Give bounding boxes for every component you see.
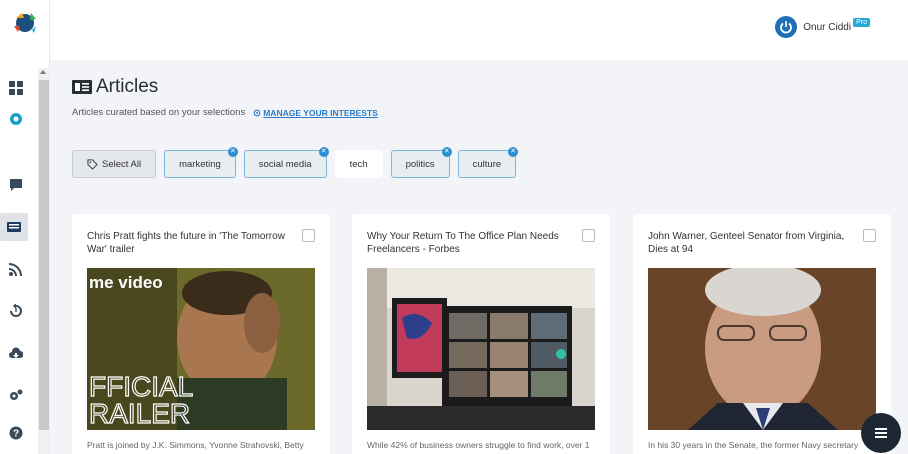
article-checkbox[interactable] — [582, 229, 595, 242]
page-subtitle: Articles curated based on your selection… — [72, 107, 246, 118]
remove-tag-icon[interactable]: ✕ — [508, 147, 519, 157]
scroll-up-arrow-icon[interactable] — [40, 70, 46, 74]
select-all-label: Select All — [102, 158, 142, 170]
history-icon[interactable] — [4, 299, 28, 323]
settings-icon[interactable] — [4, 383, 28, 407]
tag-label: politics — [405, 158, 435, 170]
remove-tag-icon[interactable]: ✕ — [441, 147, 452, 157]
help-icon[interactable]: ? — [4, 421, 28, 445]
tag-label: social media — [258, 158, 312, 170]
articles-icon[interactable] — [0, 213, 28, 241]
article-title[interactable]: Chris Pratt fights the future in 'The To… — [87, 230, 287, 256]
hamburger-icon — [875, 426, 887, 440]
image-caption-line: me video — [89, 273, 163, 292]
interest-tags: Select All marketing ✕ social media ✕ te… — [72, 147, 519, 178]
article-description: While 42% of business owners struggle to… — [367, 440, 590, 450]
select-all-button[interactable]: Select All — [72, 150, 157, 178]
power-icon[interactable] — [775, 16, 798, 38]
gear-badge-icon[interactable] — [4, 107, 28, 131]
sidebar-scrollbar[interactable] — [38, 68, 50, 454]
manage-interests-link[interactable]: MANAGE YOUR INTERESTS — [253, 108, 378, 118]
menu-fab-button[interactable] — [861, 413, 901, 453]
app-logo[interactable] — [12, 10, 38, 36]
tag-label: tech — [349, 158, 368, 170]
top-bar: Onur Ciddi Pro — [50, 0, 908, 60]
rss-icon[interactable] — [4, 257, 28, 281]
article-card[interactable]: Chris Pratt fights the future in 'The To… — [72, 214, 330, 454]
tag-label: marketing — [179, 158, 221, 170]
scrollbar-thumb[interactable] — [39, 80, 49, 430]
cloud-download-icon[interactable] — [4, 341, 28, 365]
chat-icon[interactable] — [4, 173, 28, 197]
articles-title-icon — [72, 80, 92, 94]
tag-icon — [87, 158, 98, 170]
tag-tech[interactable]: tech — [334, 150, 383, 178]
sidebar: ? — [0, 0, 50, 454]
remove-tag-icon[interactable]: ✕ — [318, 147, 329, 157]
article-card[interactable]: John Warner, Genteel Senator from Virgin… — [633, 214, 891, 454]
image-caption-line: RAILER — [89, 398, 190, 429]
page-header: Articles — [72, 76, 158, 98]
page-title: Articles — [96, 76, 159, 97]
article-checkbox[interactable] — [302, 229, 315, 242]
pro-badge: Pro — [853, 17, 870, 27]
tag-marketing[interactable]: marketing ✕ — [164, 147, 238, 178]
article-title[interactable]: John Warner, Genteel Senator from Virgin… — [648, 230, 848, 256]
article-description: In his 30 years in the Senate, the forme… — [648, 440, 859, 450]
svg-text:?: ? — [13, 429, 19, 440]
article-image[interactable] — [648, 268, 876, 430]
tag-culture[interactable]: culture ✕ — [457, 147, 519, 178]
tag-politics[interactable]: politics ✕ — [390, 147, 452, 178]
tag-social-media[interactable]: social media ✕ — [243, 147, 329, 178]
manage-interests-label: MANAGE YOUR INTERESTS — [263, 107, 378, 118]
tag-label: culture — [472, 158, 502, 170]
article-title[interactable]: Why Your Return To The Office Plan Needs… — [367, 230, 567, 256]
article-image[interactable] — [367, 268, 595, 430]
page-subtitle-row: Articles curated based on your selection… — [72, 107, 378, 118]
article-description: Pratt is joined by J.K. Simmons, Yvonne … — [87, 440, 304, 450]
user-menu[interactable]: Onur Ciddi Pro — [775, 16, 874, 38]
article-image[interactable]: me video FFICIAL RAILER — [87, 268, 315, 430]
article-card[interactable]: Why Your Return To The Office Plan Needs… — [352, 214, 610, 454]
user-name[interactable]: Onur Ciddi — [803, 22, 851, 33]
dashboard-icon[interactable] — [4, 76, 28, 100]
article-checkbox[interactable] — [863, 229, 876, 242]
remove-tag-icon[interactable]: ✕ — [227, 147, 238, 157]
gear-icon — [253, 109, 261, 116]
